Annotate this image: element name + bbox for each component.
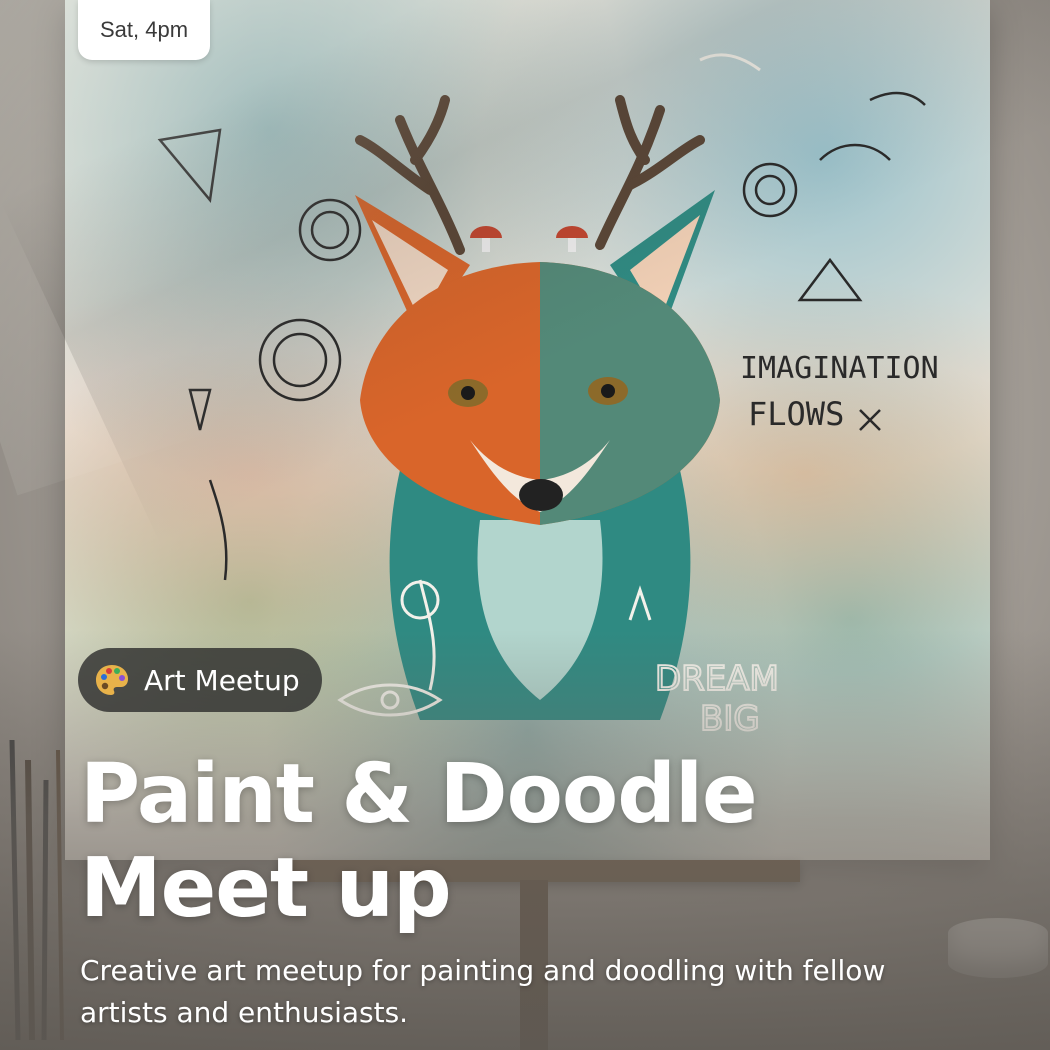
event-title: Paint & Doodle Meet up xyxy=(80,747,758,936)
mushrooms xyxy=(470,226,588,252)
artist-palette-icon xyxy=(96,665,128,695)
category-label: Art Meetup xyxy=(144,663,300,697)
date-badge: Sat, 4pm xyxy=(78,0,211,60)
artwork-text-flows: FLOWS xyxy=(748,395,844,433)
fox-nose xyxy=(519,479,563,511)
paint-brushes xyxy=(9,740,64,1040)
artwork-text-dream: DREAM xyxy=(655,659,779,699)
artwork-text-big: BIG xyxy=(700,699,760,739)
event-description: Creative art meetup for painting and doo… xyxy=(80,954,886,1029)
antlers xyxy=(355,95,705,255)
event-card[interactable]: IMAGINATION FLOWS DREAM BIG Sat, 4pm Art… xyxy=(0,0,1050,1050)
artwork-text-imagination: IMAGINATION xyxy=(740,351,939,386)
date-label: Sat, 4pm xyxy=(100,17,189,42)
category-pill[interactable]: Art Meetup xyxy=(78,648,322,712)
